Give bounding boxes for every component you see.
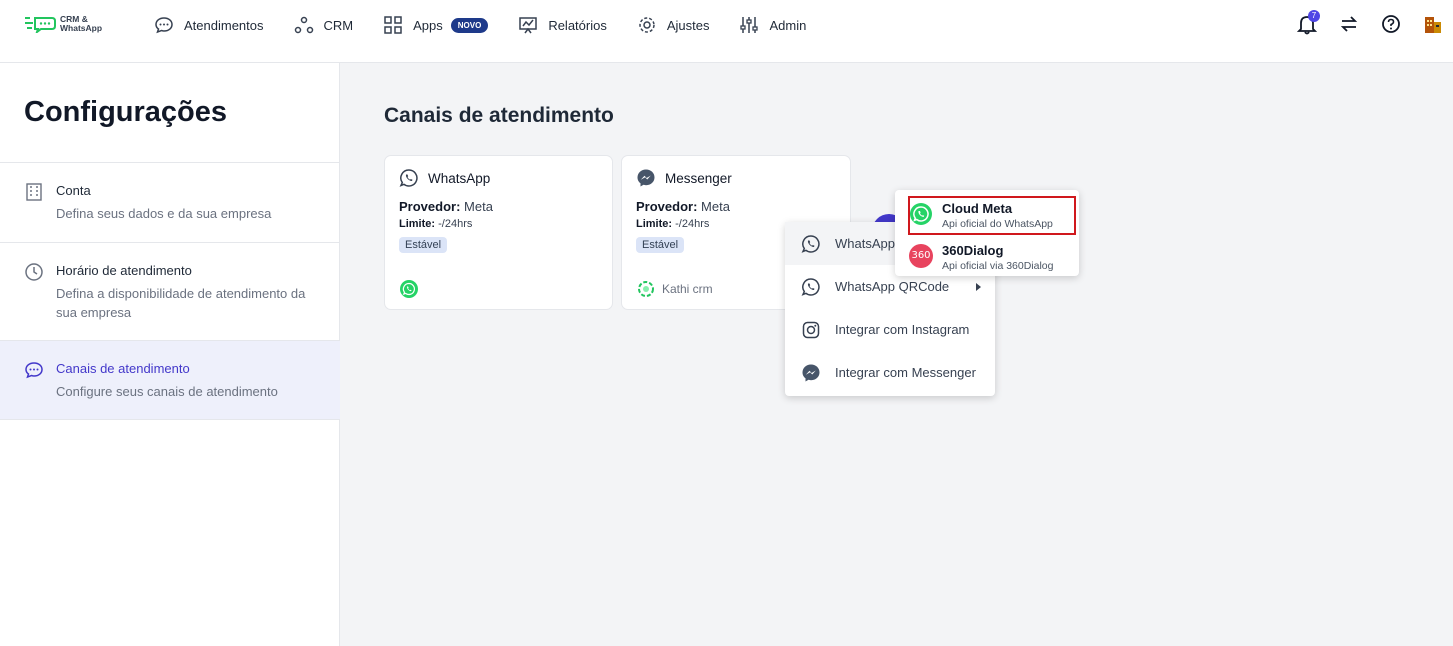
- card-footer-label: Kathi crm: [662, 282, 713, 296]
- provider-value: Meta: [464, 199, 493, 214]
- whatsapp-icon: [399, 169, 418, 187]
- crm-nodes-icon: [294, 16, 313, 34]
- submenu-item-desc: Api oficial do WhatsApp: [942, 218, 1053, 230]
- chat-bubble-icon: [155, 17, 173, 34]
- clock-icon: [25, 263, 43, 281]
- sidebar-item-desc: Defina seus dados e da sua empresa: [56, 206, 272, 221]
- submenu-item-title: 360Dialog: [942, 243, 1004, 258]
- limit-label: Limite:: [399, 218, 436, 230]
- nav-relatorios[interactable]: Relatórios: [518, 15, 607, 35]
- main-nav: Atendimentos CRM Apps NOVO Relatórios Aj…: [154, 0, 836, 50]
- provider-value: Meta: [701, 199, 730, 214]
- switch-button[interactable]: [1339, 13, 1359, 35]
- chat-bubble-icon: [25, 362, 43, 379]
- sidebar-item-conta[interactable]: Conta Defina seus dados e da sua empresa: [0, 163, 340, 243]
- whatsapp-icon: [910, 203, 932, 225]
- card-title: Messenger: [665, 170, 732, 186]
- card-title: WhatsApp: [428, 170, 491, 186]
- nav-label: Atendimentos: [184, 17, 264, 33]
- sidebar-item-desc: Defina a disponibilidade de atendimento …: [56, 286, 306, 320]
- nav-admin[interactable]: Admin: [739, 15, 806, 35]
- help-icon: [1382, 15, 1400, 33]
- provider-label: Provedor:: [399, 199, 461, 214]
- logo-text-line2: WhatsApp: [60, 23, 103, 33]
- sidebar-item-title: Horário de atendimento: [56, 263, 192, 278]
- submenu-item-title: Cloud Meta: [942, 201, 1013, 216]
- provider-label: Provedor:: [636, 199, 698, 214]
- novo-badge: NOVO: [450, 17, 489, 33]
- menu-item-label: WhatsApp QRCode: [835, 279, 950, 294]
- sidebar-item-desc: Configure seus canais de atendimento: [56, 384, 278, 399]
- messenger-icon: [637, 169, 655, 187]
- menu-item-messenger[interactable]: Integrar com Messenger: [785, 351, 995, 394]
- limit-value: -/24hrs: [675, 218, 710, 230]
- whatsapp-logo-icon: [400, 280, 418, 298]
- section-title: Canais de atendimento: [384, 104, 614, 127]
- chart-board-icon: [519, 17, 538, 34]
- notifications-button[interactable]: 7: [1296, 10, 1320, 35]
- settings-sidebar: Configurações Conta Defina seus dados e …: [0, 63, 340, 646]
- company-avatar[interactable]: [1423, 13, 1443, 35]
- status-badge: Estável: [636, 237, 685, 253]
- nav-label: Ajustes: [666, 17, 710, 33]
- help-button[interactable]: [1381, 13, 1401, 35]
- menu-item-instagram[interactable]: Integrar com Instagram: [785, 308, 995, 351]
- instagram-icon: [802, 321, 820, 338]
- building-avatar-icon: [1425, 17, 1441, 33]
- menu-item-label: Integrar com Instagram: [835, 322, 970, 337]
- submenu-item-360dialog[interactable]: 360 360Dialog Api oficial via 360Dialog: [895, 236, 1079, 276]
- 360dialog-icon: 360: [909, 244, 933, 268]
- limit-value: -/24hrs: [438, 218, 473, 230]
- swap-arrows-icon: [1340, 16, 1358, 32]
- sidebar-item-horario[interactable]: Horário de atendimento Defina a disponib…: [0, 243, 340, 341]
- nav-crm[interactable]: CRM: [294, 15, 354, 35]
- sliders-icon: [740, 17, 759, 33]
- status-badge: Estável: [399, 237, 448, 253]
- notification-count: 7: [1308, 10, 1320, 22]
- sidebar-item-title: Conta: [56, 183, 91, 198]
- submenu-caret-icon: [976, 283, 981, 291]
- messenger-icon: [802, 364, 820, 381]
- top-navbar: CRM & WhatsApp Atendimentos CRM Apps NOV…: [0, 0, 1453, 63]
- menu-item-label: Integrar com Messenger: [835, 365, 976, 380]
- app-logo[interactable]: CRM & WhatsApp: [24, 15, 102, 33]
- nav-apps[interactable]: Apps NOVO: [383, 15, 489, 35]
- submenu-item-cloud-meta[interactable]: Cloud Meta Api oficial do WhatsApp: [895, 194, 1079, 234]
- nav-label: Relatórios: [548, 17, 607, 33]
- sidebar-item-canais[interactable]: Canais de atendimento Configure seus can…: [0, 341, 340, 420]
- logo-icon: [25, 17, 56, 33]
- page-title: Configurações: [24, 96, 228, 128]
- whatsapp-icon: [801, 234, 820, 253]
- submenu-item-desc: Api oficial via 360Dialog: [942, 260, 1054, 272]
- grid-icon: [384, 16, 402, 34]
- sidebar-item-title: Canais de atendimento: [56, 361, 190, 376]
- whatsapp-icon: [801, 277, 820, 296]
- channel-card-whatsapp[interactable]: WhatsApp Provedor: Meta Limite: -/24hrs …: [384, 155, 613, 310]
- whatsapp-provider-submenu: Cloud Meta Api oficial do WhatsApp 360 3…: [895, 190, 1079, 276]
- nav-label: CRM: [323, 17, 354, 33]
- menu-item-label: WhatsApp: [835, 236, 895, 251]
- nav-ajustes[interactable]: Ajustes: [637, 15, 710, 35]
- nav-label: Admin: [769, 17, 807, 33]
- nav-atendimentos[interactable]: Atendimentos: [154, 15, 264, 35]
- gear-icon: [639, 17, 655, 33]
- nav-label: Apps: [413, 17, 443, 33]
- limit-label: Limite:: [636, 218, 673, 230]
- building-icon: [26, 183, 42, 201]
- kathi-crm-logo-icon: [638, 281, 654, 297]
